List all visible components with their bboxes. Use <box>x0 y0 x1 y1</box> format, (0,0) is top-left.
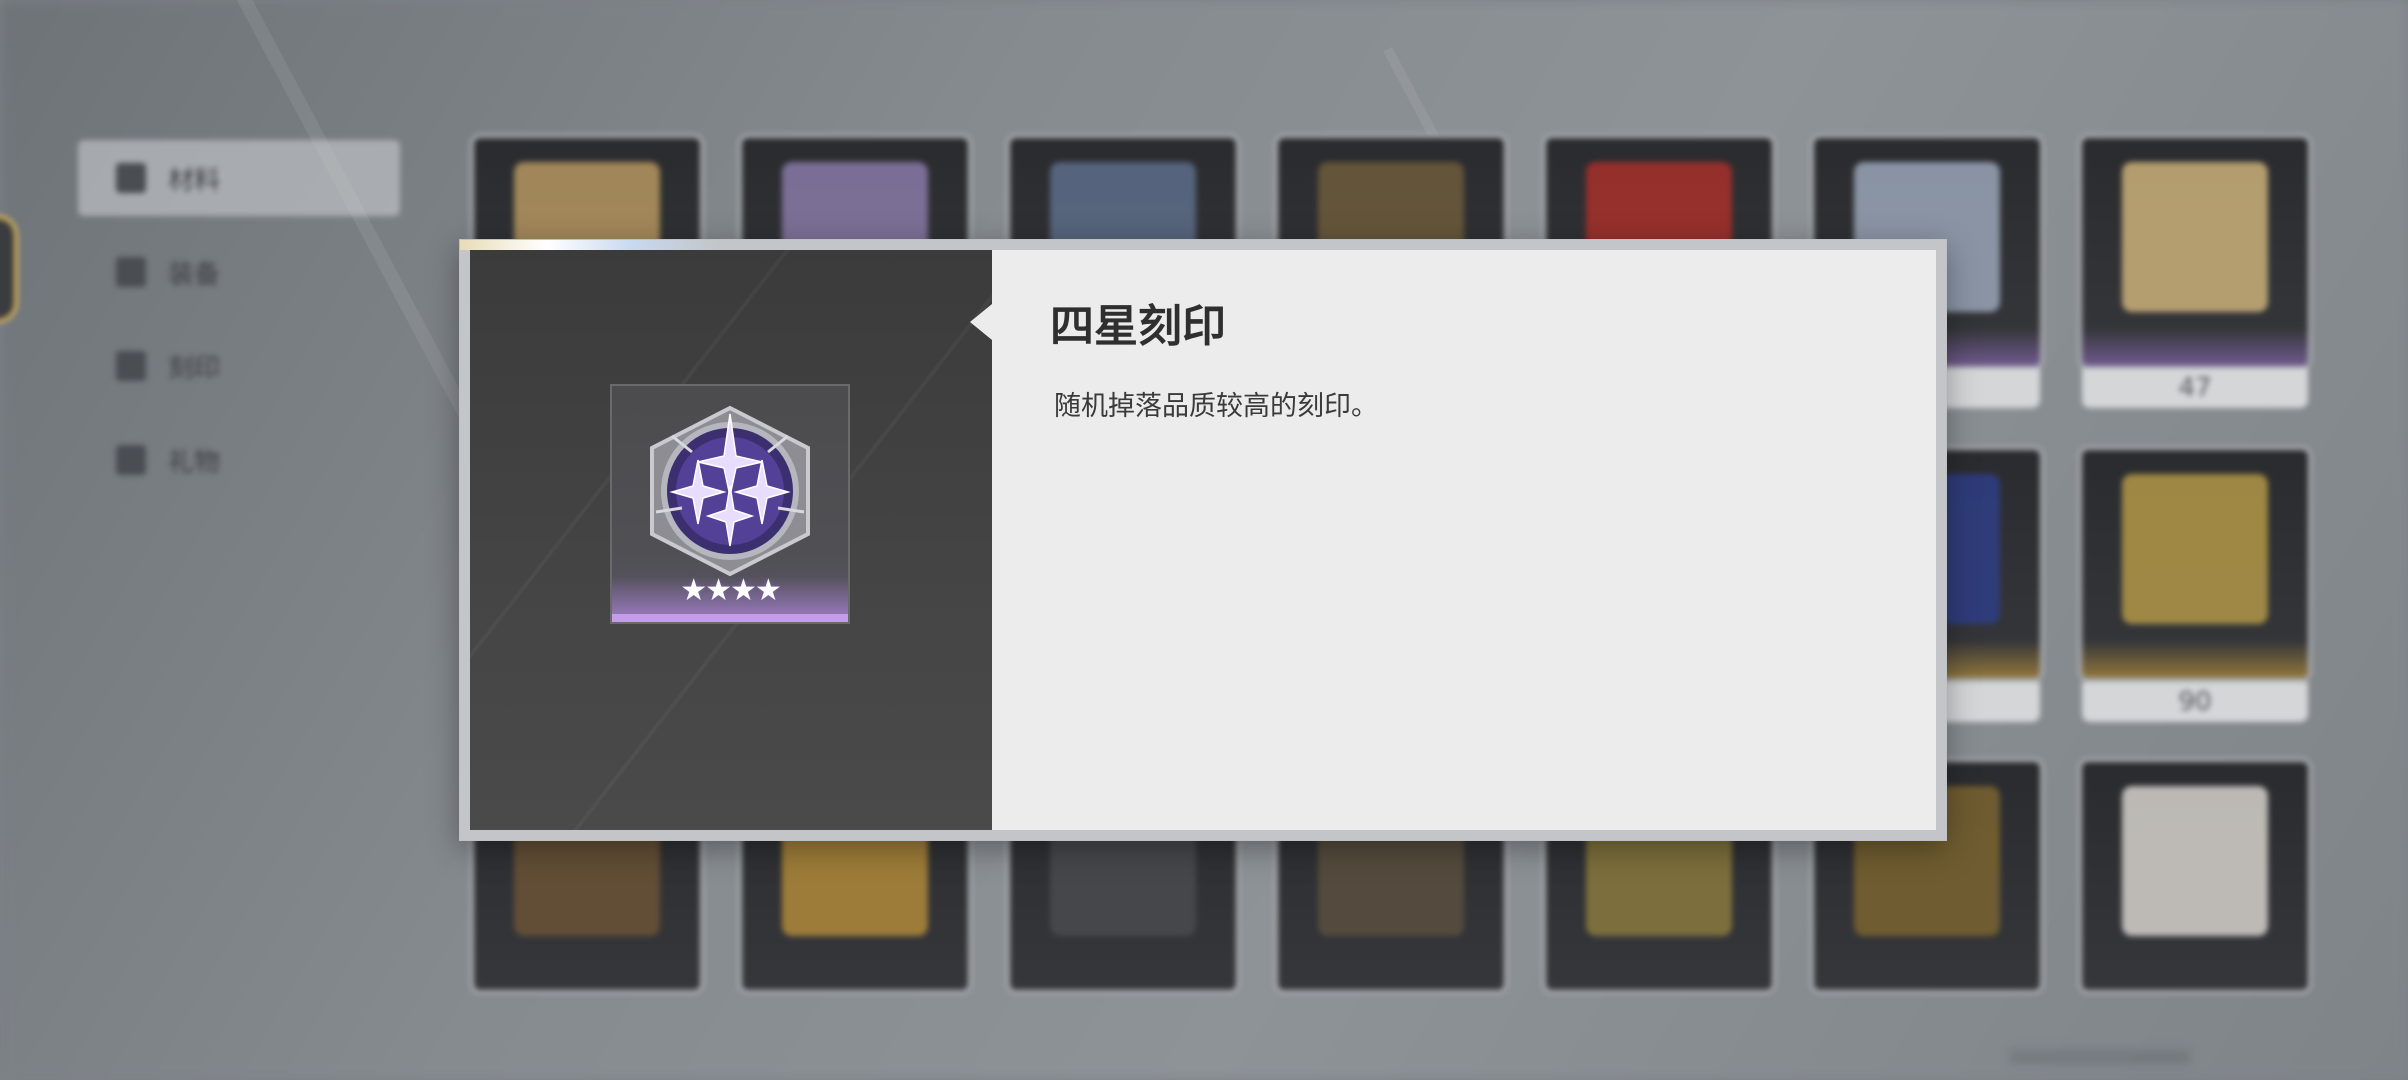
side-tab-handle[interactable] <box>0 215 18 323</box>
item-art <box>2122 474 2268 624</box>
item-title: 四星刻印 <box>1050 301 1226 352</box>
item-preview-pane: ★★★★ <box>470 250 992 830</box>
inventory-item[interactable] <box>2082 138 2308 366</box>
material-icon <box>116 163 146 193</box>
sidebar-item-label: 刻印 <box>168 353 221 384</box>
gift-icon <box>116 445 146 475</box>
item-count: 47 <box>2082 368 2308 408</box>
sidebar-item-materials[interactable]: 材料 <box>78 140 400 216</box>
sidebar-item-label: 材料 <box>168 165 221 196</box>
sidebar-item-imprint[interactable]: 刻印 <box>78 328 400 404</box>
item-art <box>2122 162 2268 312</box>
sidebar-item-gift[interactable]: 礼物 <box>78 422 400 498</box>
rarity-bar <box>2082 640 2308 678</box>
star-rating: ★★★★ <box>680 573 782 608</box>
inventory-item[interactable] <box>2082 450 2308 678</box>
imprint-icon <box>116 351 146 381</box>
item-card: ★★★★ <box>610 384 850 624</box>
sidebar: 材料 装备 刻印 礼物 <box>78 140 400 516</box>
rarity-bar <box>2082 328 2308 366</box>
sidebar-item-label: 礼物 <box>168 447 221 478</box>
pointer-arrow <box>970 304 992 340</box>
equipment-icon <box>116 257 146 287</box>
item-count: 90 <box>2082 682 2308 722</box>
sidebar-item-label: 装备 <box>168 259 221 290</box>
footer-hint <box>2010 1050 2190 1064</box>
rarity-strip <box>612 614 848 622</box>
item-art <box>2122 786 2268 936</box>
item-description: 随机掉落品质较高的刻印。 <box>1054 391 1378 422</box>
item-info-pane: 四星刻印 随机掉落品质较高的刻印。 <box>970 250 1936 830</box>
item-detail-modal: ★★★★ 四星刻印 随机掉落品质较高的刻印。 <box>460 240 1946 840</box>
inventory-item[interactable] <box>2082 762 2308 990</box>
sidebar-item-equipment[interactable]: 装备 <box>78 234 400 310</box>
